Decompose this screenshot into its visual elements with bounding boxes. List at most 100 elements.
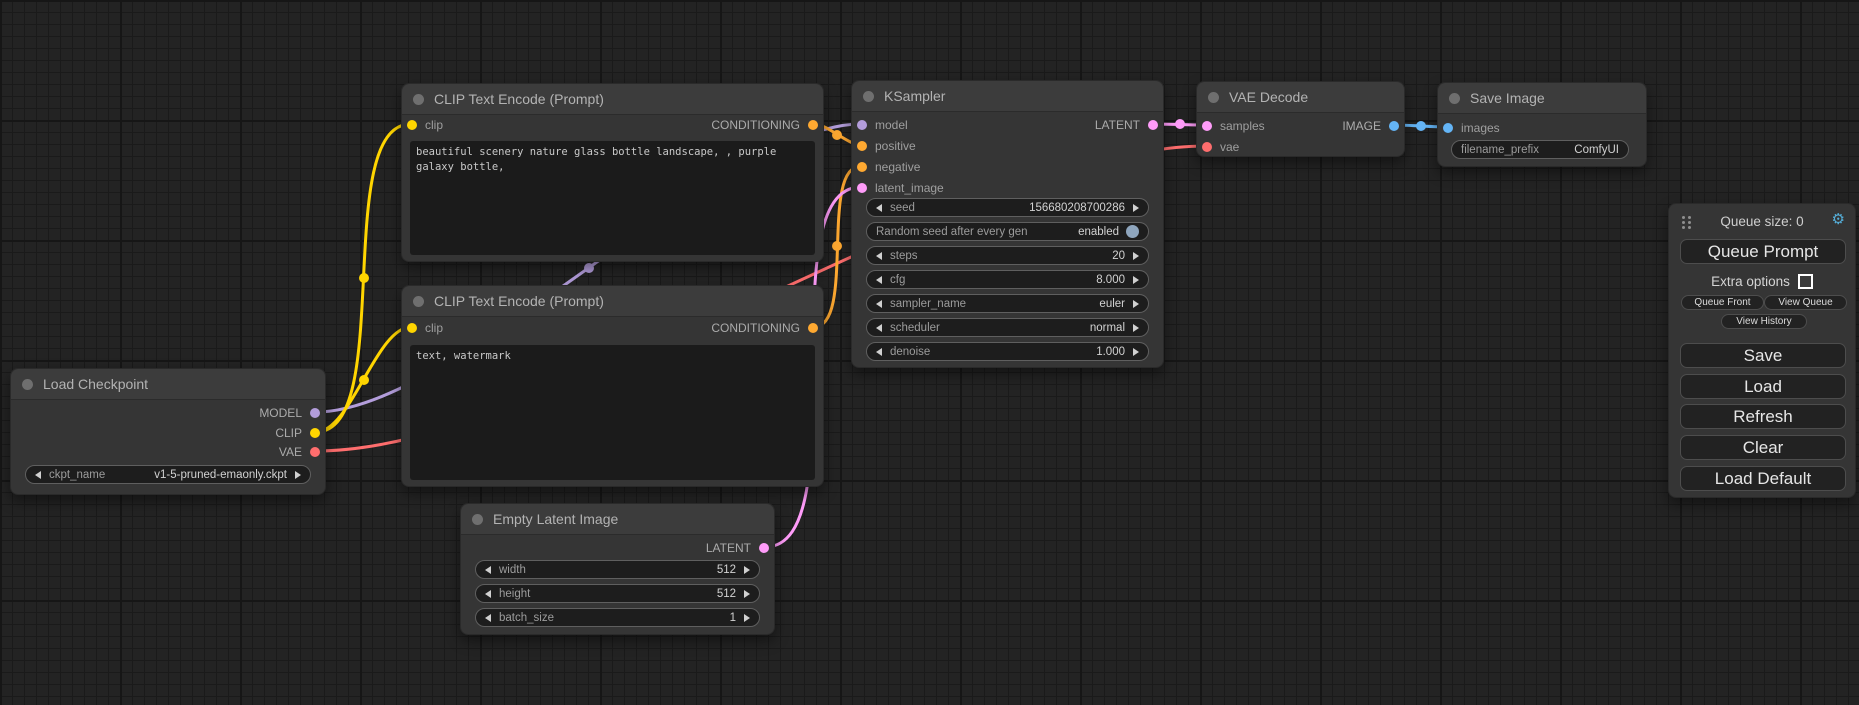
extra-options-checkbox[interactable] (1798, 274, 1813, 289)
input-port-latent-image[interactable] (857, 183, 867, 193)
input-port-images[interactable] (1443, 123, 1453, 133)
toggle-knob-icon[interactable] (1126, 225, 1139, 238)
prompt-text-area[interactable]: beautiful scenery nature glass bottle la… (410, 141, 815, 255)
input-slot-model: model (857, 118, 908, 132)
decrement-arrow-icon[interactable] (485, 614, 491, 622)
widget-label: scheduler (890, 322, 940, 334)
clear-button[interactable]: Clear (1680, 435, 1846, 460)
output-port-model[interactable] (310, 408, 320, 418)
increment-arrow-icon[interactable] (1133, 324, 1139, 332)
increment-arrow-icon[interactable] (1133, 348, 1139, 356)
decrement-arrow-icon[interactable] (485, 566, 491, 574)
queue-prompt-button[interactable]: Queue Prompt (1680, 239, 1846, 264)
collapse-dot-icon[interactable] (1449, 93, 1460, 104)
sampler-name-widget[interactable]: sampler_name euler (866, 294, 1149, 313)
input-port-vae[interactable] (1202, 142, 1212, 152)
input-label: model (875, 118, 908, 132)
node-ksampler[interactable]: KSampler model positive negative latent_… (851, 80, 1164, 368)
collapse-dot-icon[interactable] (863, 91, 874, 102)
decrement-arrow-icon[interactable] (485, 590, 491, 598)
input-slot-samples: samples (1202, 119, 1265, 133)
decrement-arrow-icon[interactable] (876, 348, 882, 356)
node-load-checkpoint[interactable]: Load Checkpoint MODEL CLIP VAE ckpt_name… (10, 368, 326, 495)
increment-arrow-icon[interactable] (744, 566, 750, 574)
node-title-bar[interactable]: CLIP Text Encode (Prompt) (402, 84, 823, 115)
node-title-bar[interactable]: Load Checkpoint (11, 369, 325, 400)
increment-arrow-icon[interactable] (744, 614, 750, 622)
random-seed-toggle-widget[interactable]: Random seed after every gen enabled (866, 222, 1149, 241)
node-clip-text-encode-positive[interactable]: CLIP Text Encode (Prompt) clip CONDITION… (401, 83, 824, 262)
batch-size-widget[interactable]: batch_size 1 (475, 608, 760, 627)
link-midpoint-dot (832, 241, 842, 251)
output-label: LATENT (1095, 118, 1140, 132)
node-save-image[interactable]: Save Image images filename_prefix ComfyU… (1437, 82, 1647, 167)
output-port-conditioning[interactable] (808, 323, 818, 333)
node-title: VAE Decode (1229, 89, 1308, 105)
output-port-conditioning[interactable] (808, 120, 818, 130)
increment-arrow-icon[interactable] (1133, 252, 1139, 260)
node-empty-latent-image[interactable]: Empty Latent Image LATENT width 512 heig… (460, 503, 775, 635)
cfg-widget[interactable]: cfg 8.000 (866, 270, 1149, 289)
decrement-arrow-icon[interactable] (876, 324, 882, 332)
increment-arrow-icon[interactable] (295, 471, 301, 479)
collapse-dot-icon[interactable] (413, 94, 424, 105)
increment-arrow-icon[interactable] (744, 590, 750, 598)
decrement-arrow-icon[interactable] (876, 300, 882, 308)
comfyui-canvas[interactable]: { "colors": { "model": "#B39DDB", "clip"… (0, 0, 1859, 705)
queue-front-button[interactable]: Queue Front (1681, 295, 1764, 310)
decrement-arrow-icon[interactable] (876, 204, 882, 212)
decrement-arrow-icon[interactable] (35, 471, 41, 479)
increment-arrow-icon[interactable] (1133, 204, 1139, 212)
node-title-bar[interactable]: Save Image (1438, 83, 1646, 114)
output-port-latent[interactable] (759, 543, 769, 553)
node-vae-decode[interactable]: VAE Decode samples vae IMAGE (1196, 81, 1405, 157)
output-port-image[interactable] (1389, 121, 1399, 131)
collapse-dot-icon[interactable] (472, 514, 483, 525)
output-label: MODEL (259, 406, 302, 420)
ckpt-name-widget[interactable]: ckpt_name v1-5-pruned-emaonly.ckpt (25, 465, 311, 484)
input-label: images (1461, 121, 1500, 135)
collapse-dot-icon[interactable] (22, 379, 33, 390)
scheduler-widget[interactable]: scheduler normal (866, 318, 1149, 337)
input-port-samples[interactable] (1202, 121, 1212, 131)
prompt-text-area[interactable]: text, watermark (410, 345, 815, 480)
seed-widget[interactable]: seed 156680208700286 (866, 198, 1149, 217)
denoise-widget[interactable]: denoise 1.000 (866, 342, 1149, 361)
input-port-positive[interactable] (857, 141, 867, 151)
decrement-arrow-icon[interactable] (876, 276, 882, 284)
link-midpoint-dot (359, 375, 369, 385)
filename-prefix-widget[interactable]: filename_prefix ComfyUI (1451, 140, 1629, 159)
input-port-model[interactable] (857, 120, 867, 130)
height-widget[interactable]: height 512 (475, 584, 760, 603)
refresh-button[interactable]: Refresh (1680, 404, 1846, 429)
settings-gear-icon[interactable] (1832, 211, 1845, 229)
save-button[interactable]: Save (1680, 343, 1846, 368)
input-port-clip[interactable] (407, 323, 417, 333)
widget-value: v1-5-pruned-emaonly.ckpt (154, 469, 287, 481)
load-default-button[interactable]: Load Default (1680, 466, 1846, 491)
output-port-clip[interactable] (310, 428, 320, 438)
node-title-bar[interactable]: Empty Latent Image (461, 504, 774, 535)
node-title: KSampler (884, 88, 945, 104)
increment-arrow-icon[interactable] (1133, 276, 1139, 284)
steps-widget[interactable]: steps 20 (866, 246, 1149, 265)
output-port-latent[interactable] (1148, 120, 1158, 130)
load-button[interactable]: Load (1680, 374, 1846, 399)
input-slot-negative: negative (857, 160, 920, 174)
node-title-bar[interactable]: VAE Decode (1197, 82, 1404, 113)
collapse-dot-icon[interactable] (1208, 92, 1219, 103)
increment-arrow-icon[interactable] (1133, 300, 1139, 308)
output-port-vae[interactable] (310, 447, 320, 457)
view-history-button[interactable]: View History (1721, 314, 1807, 329)
view-queue-button[interactable]: View Queue (1764, 295, 1847, 310)
link-midpoint-dot (359, 273, 369, 283)
collapse-dot-icon[interactable] (413, 296, 424, 307)
width-widget[interactable]: width 512 (475, 560, 760, 579)
widget-value: 512 (717, 588, 736, 600)
input-port-clip[interactable] (407, 120, 417, 130)
node-title-bar[interactable]: KSampler (852, 81, 1163, 112)
decrement-arrow-icon[interactable] (876, 252, 882, 260)
input-port-negative[interactable] (857, 162, 867, 172)
node-clip-text-encode-negative[interactable]: CLIP Text Encode (Prompt) clip CONDITION… (401, 285, 824, 487)
node-title-bar[interactable]: CLIP Text Encode (Prompt) (402, 286, 823, 317)
